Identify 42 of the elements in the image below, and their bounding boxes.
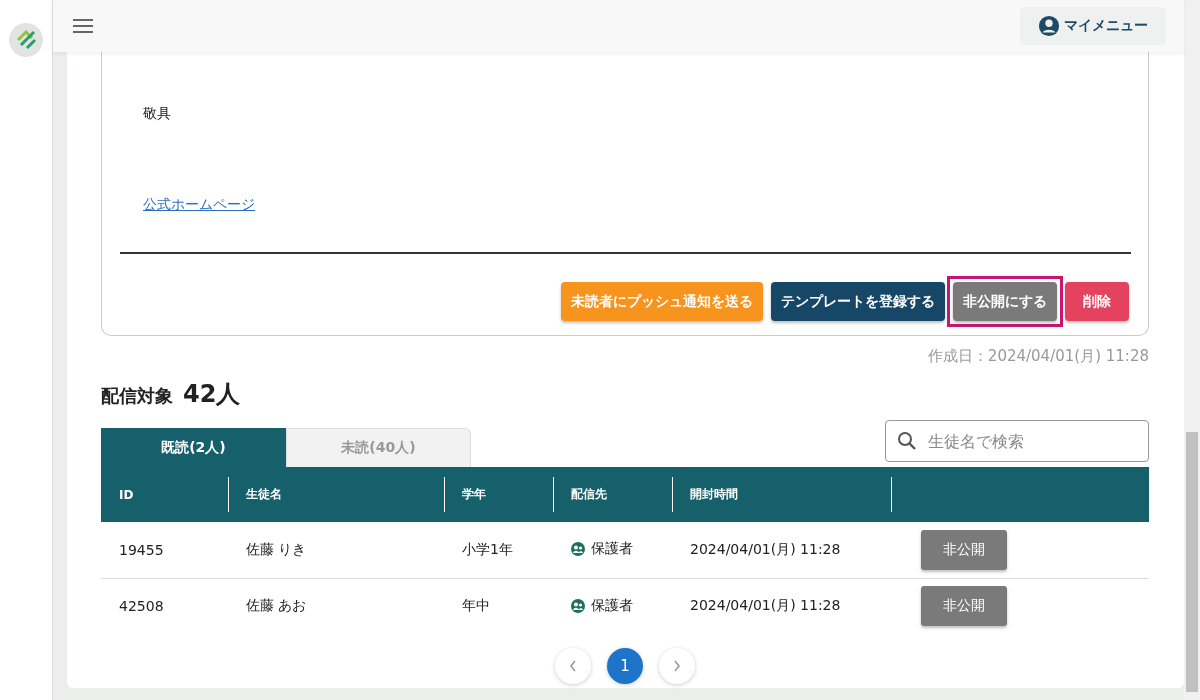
unpublish-button[interactable]: 非公開: [921, 586, 1007, 627]
section-title: 配信対象: [101, 384, 173, 408]
column-header: ID: [119, 487, 134, 502]
table-cell: 佐藤 りき: [246, 540, 307, 557]
page-button[interactable]: 1: [607, 648, 643, 684]
column-header: 学年: [462, 487, 486, 501]
delete-button[interactable]: 削除: [1065, 282, 1129, 321]
table-cell: 2024/04/01(月) 11:28: [690, 540, 841, 557]
scrollbar[interactable]: [1184, 0, 1200, 700]
action-button[interactable]: 非公開にする: [953, 282, 1057, 321]
chevron-right-icon: [672, 659, 682, 673]
my-menu-button[interactable]: マイメニュー: [1020, 7, 1166, 45]
table-cell: 19455: [119, 541, 164, 558]
column-header: 生徒名: [246, 487, 282, 501]
user-icon: [1038, 15, 1060, 37]
table-cell: 保護者: [591, 540, 633, 559]
people-icon: [571, 542, 585, 557]
chevron-left-icon: [568, 659, 578, 673]
column-header: 開封時間: [690, 487, 738, 501]
table-cell: 2024/04/01(月) 11:28: [690, 597, 841, 614]
people-icon: [571, 598, 585, 613]
table-cell: 42508: [119, 598, 164, 615]
action-button[interactable]: テンプレートを登録する: [771, 282, 945, 321]
table-cell: 年中: [462, 597, 490, 614]
closing-text: 敬具: [143, 105, 172, 123]
recipient-count: 42人: [183, 379, 241, 410]
column-header: 配信先: [571, 487, 607, 501]
table-cell: 小学1年: [462, 540, 513, 557]
tab[interactable]: 未読(40人): [286, 428, 471, 467]
created-date: 作成日：2024/04/01(月) 11:28: [927, 347, 1149, 366]
homepage-link[interactable]: 公式ホームページ: [143, 196, 255, 214]
logo-icon[interactable]: [8, 22, 44, 58]
action-button[interactable]: 未読者にプッシュ通知を送る: [561, 282, 763, 321]
next-page-button[interactable]: [659, 648, 695, 684]
tab[interactable]: 既読(2人): [101, 428, 286, 467]
table-cell: 佐藤 あお: [246, 597, 307, 614]
search-field[interactable]: 生徒名で検索: [885, 420, 1149, 462]
search-icon: [897, 431, 917, 451]
table-cell: 保護者: [591, 596, 633, 615]
previous-page-button[interactable]: [555, 648, 591, 684]
menu-icon[interactable]: [73, 19, 93, 33]
unpublish-button[interactable]: 非公開: [921, 529, 1007, 570]
